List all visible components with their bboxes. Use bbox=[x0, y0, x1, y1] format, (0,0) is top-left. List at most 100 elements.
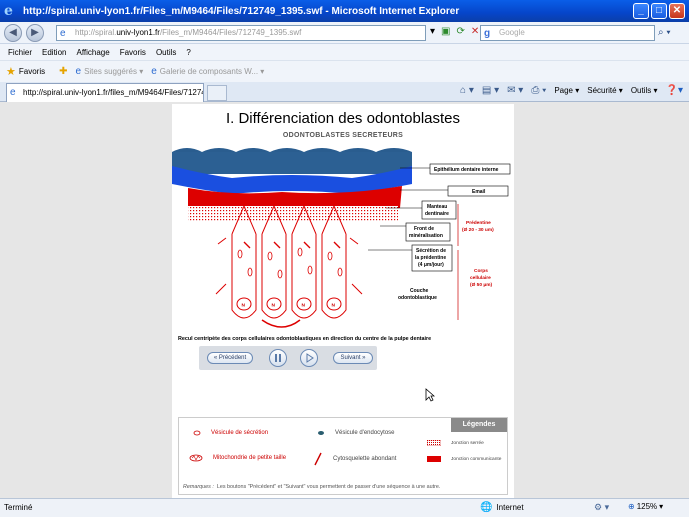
globe-icon: 🌐 bbox=[480, 502, 493, 513]
forward-button[interactable]: ▶ bbox=[26, 24, 44, 42]
label-front-1: Front de bbox=[414, 226, 434, 232]
label-email: Email bbox=[472, 189, 486, 195]
previous-button[interactable]: « Précédent bbox=[207, 352, 253, 364]
favorites-button[interactable]: Favoris bbox=[19, 67, 45, 76]
legend-gap-junction: Jonction communicante bbox=[427, 456, 501, 462]
label-corps-3: (Ø 50 μm) bbox=[470, 282, 493, 288]
zoom-control[interactable]: ⊕ 125% ▾ bbox=[628, 502, 663, 511]
feeds-icon[interactable]: ▤ ▾ bbox=[482, 85, 499, 96]
label-corps-2: cellulaire bbox=[470, 275, 491, 281]
slide-title: I. Différenciation des odontoblastes bbox=[225, 110, 461, 127]
label-corps-1: Corps bbox=[474, 268, 488, 274]
legend-cytoskeleton: Cytosquelette abondant bbox=[313, 452, 396, 466]
close-button[interactable]: ✕ bbox=[669, 3, 685, 19]
nucleus-label: N bbox=[242, 303, 246, 309]
label-epithelium: Epithélium dentaire interne bbox=[434, 167, 499, 173]
protected-mode-icon[interactable]: ⚙ ▾ bbox=[594, 502, 609, 513]
predentin-layer bbox=[188, 206, 398, 222]
refresh-icon[interactable]: ⟳ bbox=[456, 26, 464, 37]
label-couche-2: odontoblastique bbox=[398, 295, 437, 301]
label-predentine-1: Prédentine bbox=[466, 220, 491, 226]
title-bar: e http://spiral.univ-lyon1.fr/Files_m/M9… bbox=[0, 0, 689, 22]
menu-help[interactable]: ? bbox=[186, 48, 190, 57]
mouse-cursor-icon bbox=[425, 388, 435, 402]
compat-view-icon[interactable]: ▣ bbox=[441, 26, 450, 37]
page-icon: e bbox=[10, 87, 16, 98]
chevron-down-icon: ▾ bbox=[659, 502, 664, 511]
security-menu[interactable]: Sécurité ▾ bbox=[587, 86, 623, 95]
legend-secretion-vesicle: Vésicule de sécrétion bbox=[193, 430, 268, 436]
favorites-bar: ★ Favoris ✚ e Sites suggérés ▾ e Galerie d… bbox=[0, 60, 689, 82]
diagram-caption: Recul centripète des corps cellulaires o… bbox=[178, 336, 432, 342]
ie-logo-icon: e bbox=[4, 3, 13, 19]
tools-menu[interactable]: Outils ▾ bbox=[631, 86, 658, 95]
endocytosis-icon bbox=[318, 431, 324, 435]
maximize-button[interactable]: □ bbox=[651, 3, 667, 19]
web-slice-gallery-link[interactable]: e Galerie de composants W... ▾ bbox=[151, 66, 264, 77]
suggested-sites-link[interactable]: e Sites suggérés ▾ bbox=[76, 66, 144, 77]
status-text: Terminé bbox=[4, 503, 33, 512]
command-bar: ⌂ ▾ ▤ ▾ ✉ ▾ ⎙ ▾ Page ▾ Sécurité ▾ Outils… bbox=[460, 85, 683, 96]
label-secretion-3: (4 μm/jour) bbox=[418, 262, 444, 268]
address-toolbar: ◀ ▶ e http://spiral.univ-lyon1.fr/Files_… bbox=[0, 22, 689, 44]
cytoskeleton-icon bbox=[314, 452, 322, 466]
add-favorite-icon[interactable]: ✚ bbox=[59, 66, 67, 77]
nucleus-label: N bbox=[332, 303, 336, 309]
zoom-icon: ⊕ bbox=[628, 502, 635, 511]
legend-endocytosis-vesicle: Vésicule d'endocytose bbox=[317, 430, 395, 436]
new-tab-button[interactable] bbox=[207, 85, 227, 101]
play-button[interactable] bbox=[300, 349, 318, 367]
flash-slide: I. Différenciation des odontoblastes ODO… bbox=[172, 104, 514, 498]
favorites-star-icon: ★ bbox=[6, 66, 16, 78]
vesicle-icon bbox=[193, 430, 201, 436]
label-front-2: minéralisation bbox=[409, 233, 443, 239]
menu-affichage[interactable]: Affichage bbox=[76, 48, 109, 57]
label-secretion-2: la prédentine bbox=[415, 255, 446, 261]
page-menu[interactable]: Page ▾ bbox=[554, 86, 579, 95]
dropdown-arrow-icon[interactable]: ▾ bbox=[430, 26, 435, 37]
mail-icon[interactable]: ✉ ▾ bbox=[507, 85, 523, 96]
label-secretion-1: Sécrétion de bbox=[416, 248, 446, 254]
legend-tight-junction: Jonction serrée bbox=[427, 440, 484, 446]
browser-content: I. Différenciation des odontoblastes ODO… bbox=[0, 102, 689, 498]
cell-organelles bbox=[237, 241, 343, 279]
menu-favoris[interactable]: Favoris bbox=[120, 48, 146, 57]
stop-icon[interactable]: ✕ bbox=[471, 26, 479, 37]
tight-junction-icon bbox=[427, 440, 441, 446]
legend-panel: Légendes Vésicule de sécrétion Vésicule … bbox=[178, 417, 508, 495]
label-manteau-1: Manteau bbox=[427, 204, 447, 210]
slide-subtitle: ODONTOBLASTES SECRETEURS bbox=[282, 132, 404, 139]
menu-fichier[interactable]: Fichier bbox=[8, 48, 32, 57]
pause-icon bbox=[275, 354, 281, 362]
address-actions: ▾ ▣ ⟳ ✕ bbox=[430, 26, 479, 37]
label-couche-1: Couche bbox=[410, 288, 429, 294]
menu-outils[interactable]: Outils bbox=[156, 48, 176, 57]
search-icon[interactable]: ⌕ ▾ bbox=[658, 25, 684, 41]
next-button[interactable]: Suivant » bbox=[333, 352, 373, 364]
nucleus-label: N bbox=[272, 303, 276, 309]
page-icon: e bbox=[151, 66, 157, 77]
address-input[interactable]: e http://spiral.univ-lyon1.fr/Files_m/M9… bbox=[56, 25, 426, 41]
play-icon bbox=[306, 353, 314, 363]
cell-nuclei: N N N N bbox=[236, 297, 342, 311]
page-icon: e bbox=[60, 28, 66, 39]
page-icon: e bbox=[75, 66, 82, 77]
gap-junction-icon bbox=[427, 456, 441, 462]
tab-current[interactable]: e http://spiral.univ-lyon1.fr/files_m/M9… bbox=[6, 83, 204, 102]
epithelium-layer bbox=[172, 148, 412, 174]
nucleus-label: N bbox=[302, 303, 306, 309]
home-icon[interactable]: ⌂ ▾ bbox=[460, 85, 474, 96]
menu-bar: Fichier Edition Affichage Favoris Outils… bbox=[0, 44, 689, 60]
status-bar: Terminé 🌐 Internet ⚙ ▾ ⊕ 125% ▾ bbox=[0, 498, 689, 517]
label-manteau-2: dentinaire bbox=[425, 211, 449, 217]
mitochondria-icon bbox=[189, 454, 203, 462]
security-zone[interactable]: 🌐 Internet bbox=[480, 502, 524, 513]
legend-header: Légendes bbox=[451, 418, 507, 432]
print-icon[interactable]: ⎙ ▾ bbox=[531, 85, 546, 96]
minimize-button[interactable]: _ bbox=[633, 3, 649, 19]
help-icon[interactable]: ❓▾ bbox=[666, 85, 683, 96]
menu-edition[interactable]: Edition bbox=[42, 48, 66, 57]
pause-button[interactable] bbox=[269, 349, 287, 367]
search-input[interactable]: g Google bbox=[480, 25, 655, 41]
back-button[interactable]: ◀ bbox=[4, 24, 22, 42]
